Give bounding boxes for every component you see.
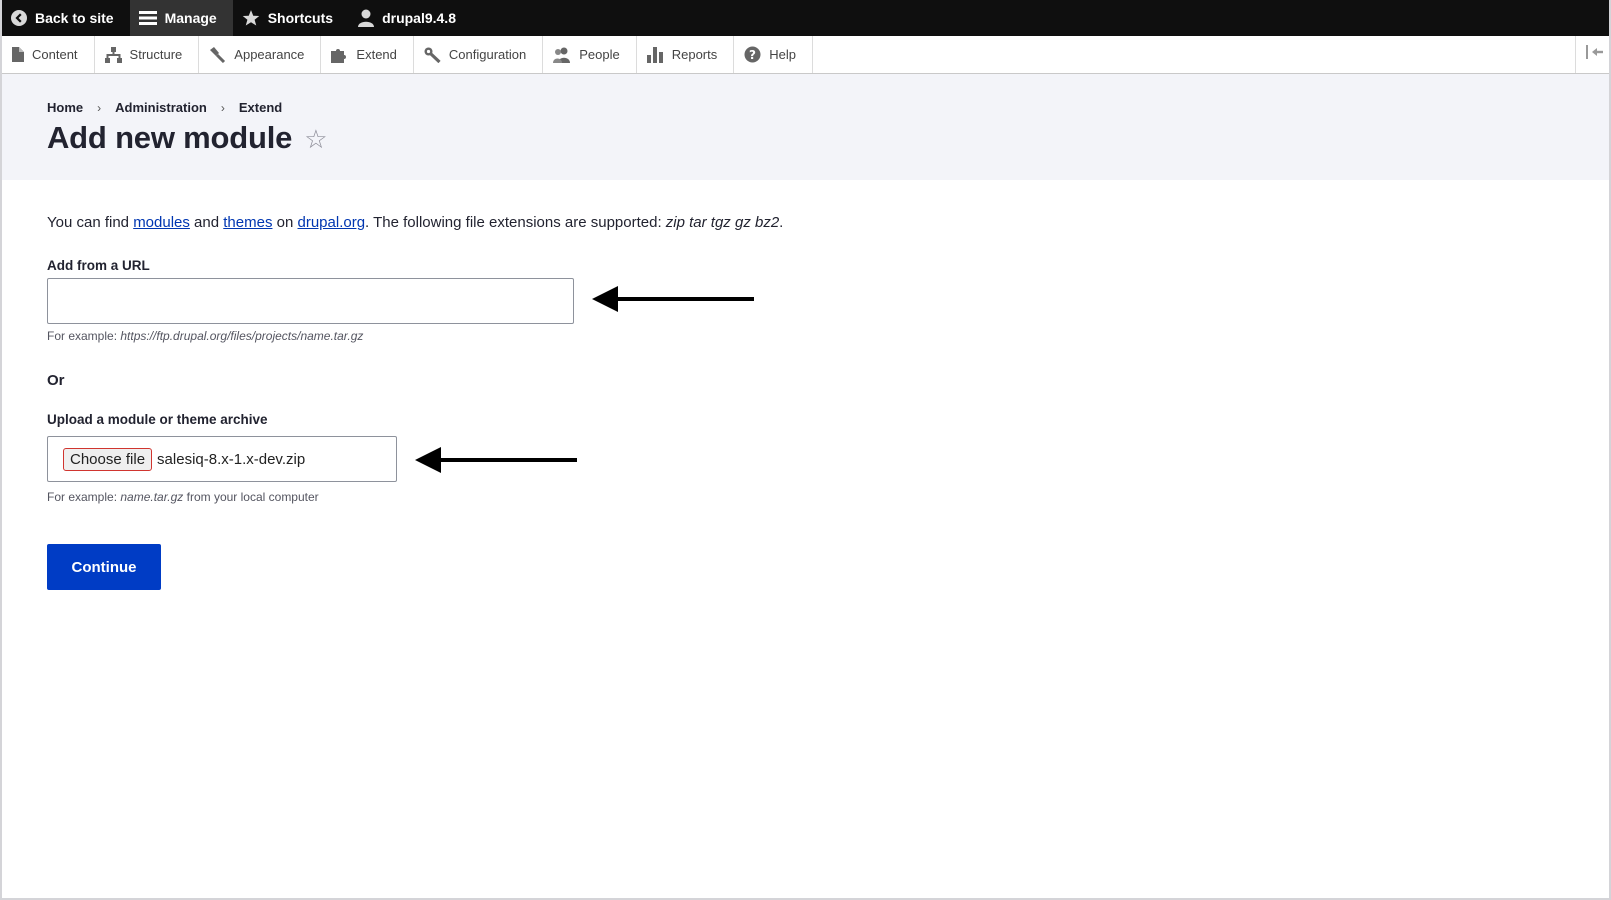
tray-item-label: Appearance bbox=[234, 47, 305, 62]
modules-link[interactable]: modules bbox=[133, 214, 190, 231]
wrench-icon bbox=[424, 47, 441, 63]
upload-desc-prefix: For example: bbox=[47, 490, 121, 504]
brush-icon bbox=[209, 46, 226, 63]
upload-desc-example: name.tar.gz bbox=[120, 490, 184, 504]
orientation-toggle-icon bbox=[1585, 45, 1604, 64]
breadcrumb-separator: › bbox=[220, 100, 225, 115]
svg-text:?: ? bbox=[749, 48, 756, 62]
star-outline-icon[interactable]: ☆ bbox=[304, 126, 327, 152]
url-desc-prefix: For example: bbox=[47, 329, 121, 343]
choose-file-button[interactable]: Choose file bbox=[63, 447, 153, 471]
browser-page: Back to site Manage Shortcuts drupal9.4.… bbox=[0, 0, 1611, 900]
url-field-description: For example: https://ftp.drupal.org/file… bbox=[47, 329, 363, 343]
intro-end: . bbox=[779, 214, 784, 231]
url-field-arrow-icon bbox=[592, 286, 754, 312]
page-title: Add new module bbox=[47, 120, 293, 155]
help-icon: ? bbox=[744, 46, 761, 63]
orientation-toggle-button[interactable] bbox=[1575, 36, 1609, 73]
file-upload-field[interactable]: Choose file salesiq-8.x-1.x-dev.zip bbox=[47, 436, 397, 482]
themes-link[interactable]: themes bbox=[223, 214, 272, 231]
document-icon bbox=[12, 47, 24, 62]
selected-file-name: salesiq-8.x-1.x-dev.zip bbox=[157, 450, 306, 468]
breadcrumb-separator: › bbox=[97, 100, 102, 115]
user-icon bbox=[358, 9, 375, 27]
people-icon bbox=[553, 47, 571, 63]
tray-item-content[interactable]: Content bbox=[2, 36, 95, 73]
intro-suffix: . The following file extensions are supp… bbox=[365, 214, 666, 231]
shortcuts-label: Shortcuts bbox=[267, 10, 334, 26]
upload-desc-suffix: from your local computer bbox=[183, 490, 319, 504]
supported-extensions: zip tar tgz gz bz2 bbox=[665, 214, 780, 231]
hierarchy-icon bbox=[104, 46, 122, 63]
page-title-row: Add new module ☆ bbox=[47, 120, 328, 156]
breadcrumb: Home › Administration › Extend bbox=[47, 100, 282, 115]
tray-item-help[interactable]: ? Help bbox=[734, 36, 813, 73]
star-icon bbox=[242, 9, 260, 27]
user-label: drupal9.4.8 bbox=[382, 10, 456, 26]
upload-field-description: For example: name.tar.gz from your local… bbox=[47, 490, 319, 504]
hamburger-icon bbox=[138, 10, 157, 26]
tray-item-reports[interactable]: Reports bbox=[637, 36, 735, 73]
tray-item-label: Extend bbox=[356, 47, 397, 62]
tray-item-label: Reports bbox=[671, 47, 718, 62]
tray-item-label: Configuration bbox=[448, 47, 527, 62]
tray-item-people[interactable]: People bbox=[543, 36, 637, 73]
admin-toolbar: Back to site Manage Shortcuts drupal9.4.… bbox=[2, 0, 1609, 36]
tray-item-extend[interactable]: Extend bbox=[321, 36, 414, 73]
back-to-site-link[interactable]: Back to site bbox=[2, 0, 130, 36]
back-arrow-icon bbox=[11, 10, 27, 26]
breadcrumb-administration[interactable]: Administration bbox=[115, 100, 207, 115]
tray-item-configuration[interactable]: Configuration bbox=[414, 36, 544, 73]
tray-item-structure[interactable]: Structure bbox=[95, 36, 200, 73]
user-tab[interactable]: drupal9.4.8 bbox=[349, 0, 472, 36]
intro-on: on bbox=[272, 214, 298, 231]
tray-item-label: Content bbox=[32, 47, 78, 62]
upload-field-arrow-icon bbox=[415, 447, 577, 473]
intro-text: You can find modules and themes on drupa… bbox=[47, 214, 783, 231]
back-to-site-label: Back to site bbox=[35, 10, 114, 26]
tray-item-label: Structure bbox=[129, 47, 183, 62]
intro-and: and bbox=[189, 214, 224, 231]
tray-item-label: People bbox=[579, 47, 620, 62]
breadcrumb-home[interactable]: Home bbox=[47, 100, 83, 115]
upload-field-label: Upload a module or theme archive bbox=[47, 412, 268, 427]
shortcuts-tab[interactable]: Shortcuts bbox=[233, 0, 349, 36]
url-input[interactable] bbox=[47, 278, 574, 324]
toolbar-tray: Content Structure Appearance Extend Conf… bbox=[2, 36, 1609, 74]
breadcrumb-extend[interactable]: Extend bbox=[239, 100, 282, 115]
page-header: Home › Administration › Extend Add new m… bbox=[2, 74, 1609, 180]
tray-item-label: Help bbox=[769, 47, 796, 62]
manage-tab[interactable]: Manage bbox=[129, 0, 233, 36]
tray-spacer bbox=[813, 36, 1575, 73]
manage-label: Manage bbox=[164, 10, 217, 26]
or-label: Or bbox=[47, 372, 65, 389]
continue-button[interactable]: Continue bbox=[47, 544, 161, 590]
url-desc-example: https://ftp.drupal.org/files/projects/na… bbox=[120, 329, 364, 343]
puzzle-icon bbox=[331, 47, 348, 63]
url-field-label: Add from a URL bbox=[47, 258, 150, 273]
intro-prefix: You can find bbox=[47, 214, 134, 231]
drupal-org-link[interactable]: drupal.org bbox=[298, 214, 366, 231]
bar-chart-icon bbox=[646, 46, 664, 63]
tray-item-appearance[interactable]: Appearance bbox=[199, 36, 322, 73]
